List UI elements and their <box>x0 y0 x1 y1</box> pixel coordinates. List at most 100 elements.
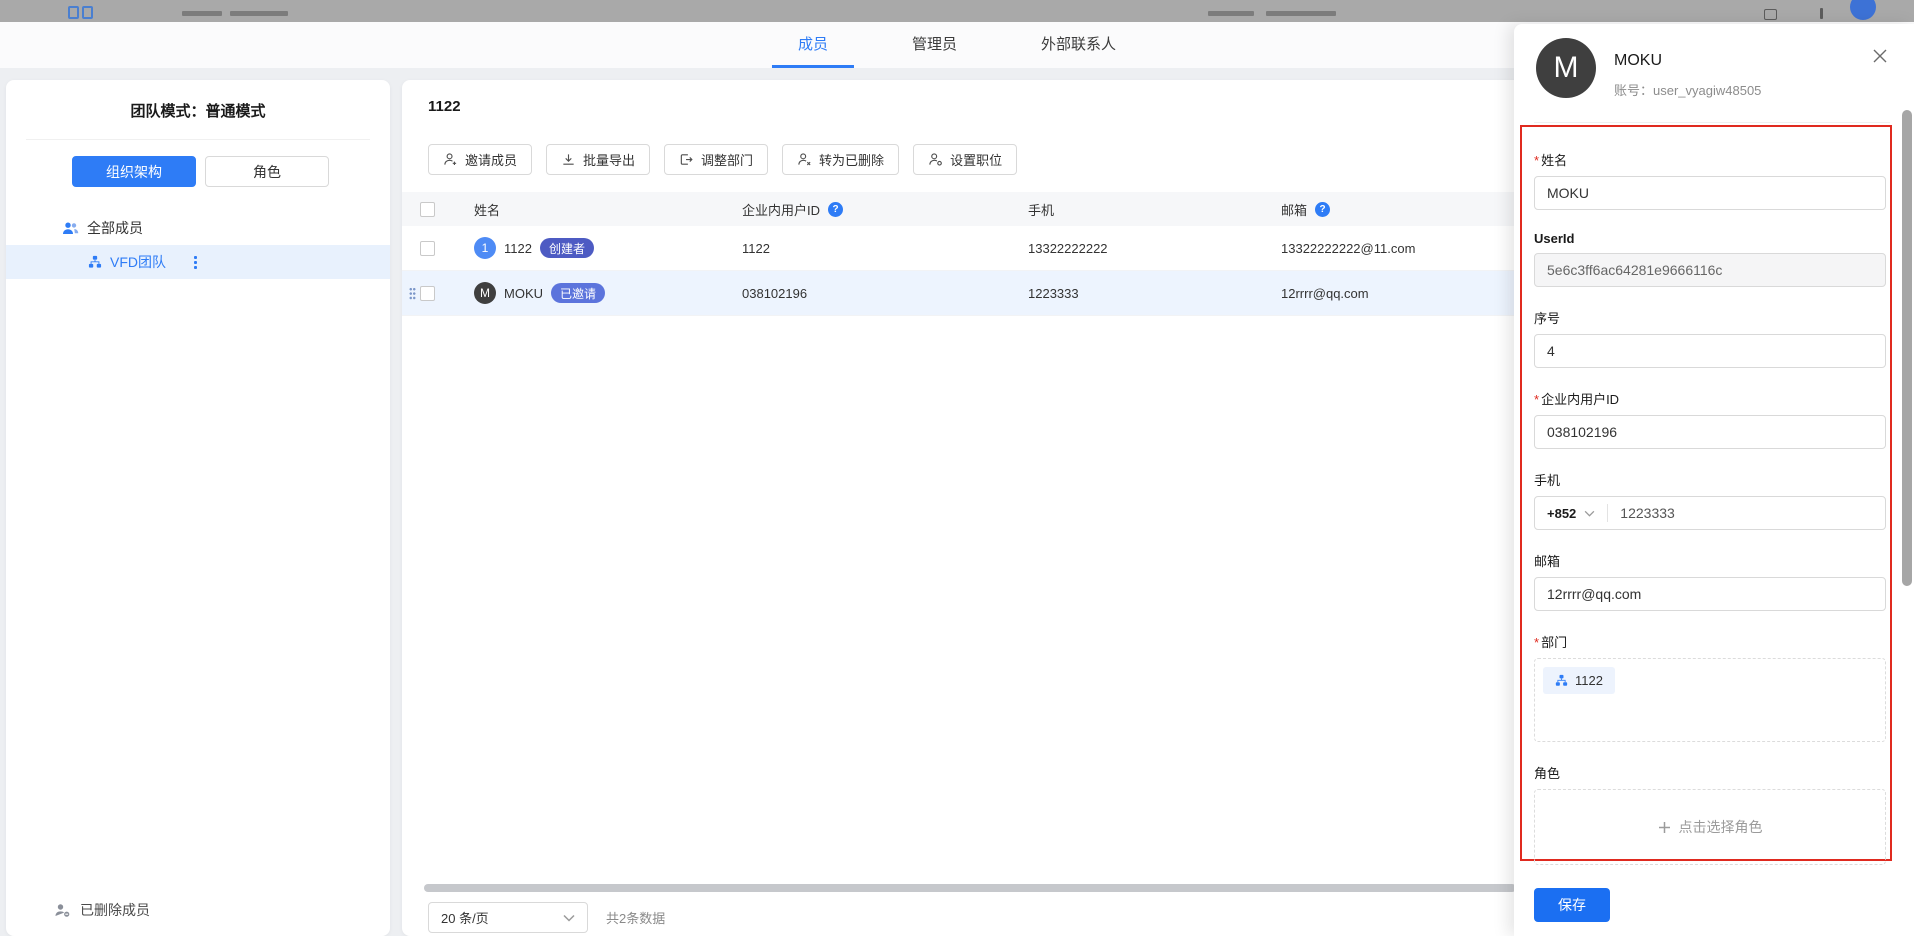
titlebar-fragment <box>182 11 222 16</box>
tree-item-all-members[interactable]: 全部成员 <box>6 211 390 245</box>
button-label: 邀请成员 <box>465 150 517 169</box>
org-tree: 全部成员 VFD团队 <box>6 211 390 279</box>
batch-export-button[interactable]: 批量导出 <box>546 144 650 175</box>
tab-external-contacts[interactable]: 外部联系人 <box>1015 22 1142 68</box>
button-label: 设置职位 <box>950 150 1002 169</box>
pagination: 20 条/页 共2条数据 <box>428 902 665 933</box>
person-gear-icon <box>928 152 943 167</box>
window-titlebar <box>0 0 1914 22</box>
total-count-text: 共2条数据 <box>606 908 665 927</box>
titlebar-fragment <box>1266 11 1336 16</box>
tree-item-team[interactable]: VFD团队 <box>6 245 390 279</box>
corp-id-value: 1122 <box>742 241 770 256</box>
column-header-email: 邮箱 <box>1281 200 1307 219</box>
screen: 成员 管理员 外部联系人 团队模式：普通模式 组织架构 角色 全部成员 <box>0 0 1914 936</box>
seq-input[interactable] <box>1534 334 1886 368</box>
vertical-scrollbar[interactable] <box>1902 110 1912 586</box>
main-panel: 1122 邀请成员 批量导出 调整部门 转为已删除 设置职位 <box>402 80 1554 936</box>
move-to-deleted-button[interactable]: 转为已删除 <box>782 144 899 175</box>
field-label: 序号 <box>1534 308 1886 327</box>
column-header-phone: 手机 <box>1028 200 1054 219</box>
department-tag[interactable]: 1122 <box>1543 667 1615 694</box>
table-header-row: 姓名 企业内用户ID 手机 邮箱 <box>402 192 1546 226</box>
member-detail-panel: M MOKU 账号：user_vyagiw48505 姓名 UserId 序号 … <box>1514 24 1914 936</box>
team-mode-title: 团队模式：普通模式 <box>6 80 390 121</box>
titlebar-fragment <box>1208 11 1254 16</box>
creator-badge: 创建者 <box>540 238 594 258</box>
column-header-corp-id: 企业内用户ID <box>742 200 820 219</box>
plus-icon <box>1658 821 1671 834</box>
country-code-select[interactable]: +852 <box>1535 506 1607 521</box>
toolbar: 邀请成员 批量导出 调整部门 转为已删除 设置职位 <box>428 144 1017 175</box>
field-label: 姓名 <box>1534 150 1886 169</box>
save-button[interactable]: 保存 <box>1534 888 1610 922</box>
email-value: 12rrrr@qq.com <box>1281 286 1369 301</box>
country-code-value: +852 <box>1547 506 1576 521</box>
user-avatar[interactable] <box>1850 0 1876 20</box>
phone-number-input[interactable] <box>1608 505 1885 521</box>
row-checkbox[interactable] <box>420 286 435 301</box>
more-options-icon[interactable] <box>194 255 197 269</box>
table-row[interactable]: M MOKU 已邀请 038102196 1223333 12rrrr@qq.c… <box>402 271 1546 316</box>
horizontal-scrollbar[interactable] <box>424 884 1516 892</box>
page-size-value: 20 条/页 <box>441 908 489 927</box>
members-table: 姓名 企业内用户ID 手机 邮箱 1 1122 创建者 1122 1332222… <box>402 192 1546 316</box>
role-button[interactable]: 角色 <box>205 156 329 187</box>
email-input[interactable] <box>1534 577 1886 611</box>
member-detail-name: MOKU <box>1614 52 1662 70</box>
help-icon[interactable] <box>1315 202 1330 217</box>
window-icon[interactable] <box>1764 9 1777 20</box>
tab-members[interactable]: 成员 <box>772 22 854 68</box>
person-x-icon <box>797 152 812 167</box>
name-input[interactable] <box>1534 176 1886 210</box>
close-icon[interactable] <box>1870 46 1890 66</box>
userid-input <box>1534 253 1886 287</box>
avatar: M <box>474 282 496 304</box>
adjust-department-button[interactable]: 调整部门 <box>664 144 768 175</box>
member-account: 账号：user_vyagiw48505 <box>1614 80 1761 99</box>
member-form: 姓名 UserId 序号 企业内用户ID 手机 +852 <box>1534 150 1886 886</box>
sitemap-icon <box>1555 674 1568 687</box>
select-all-checkbox[interactable] <box>420 202 435 217</box>
role-picker[interactable]: 点击选择角色 <box>1534 789 1886 865</box>
tabs: 成员 管理员 外部联系人 <box>772 22 1142 68</box>
help-icon[interactable] <box>828 202 843 217</box>
member-name: MOKU <box>504 286 543 301</box>
field-email: 邮箱 <box>1534 551 1886 611</box>
tab-admins[interactable]: 管理员 <box>886 22 983 68</box>
phone-value: 1223333 <box>1028 286 1079 301</box>
field-role: 角色 点击选择角色 <box>1534 763 1886 865</box>
chevron-down-icon <box>1584 510 1595 517</box>
deleted-members-label: 已删除成员 <box>80 900 150 920</box>
row-checkbox[interactable] <box>420 241 435 256</box>
move-out-icon <box>679 152 694 167</box>
org-structure-button[interactable]: 组织架构 <box>72 156 196 187</box>
page-title: 1122 <box>428 98 461 115</box>
toolbar-icon[interactable] <box>1820 8 1823 19</box>
field-dept: 部门 1122 <box>1534 632 1886 742</box>
field-phone: 手机 +852 <box>1534 470 1886 530</box>
set-position-button[interactable]: 设置职位 <box>913 144 1017 175</box>
avatar: 1 <box>474 237 496 259</box>
corp-id-input[interactable] <box>1534 415 1886 449</box>
button-label: 转为已删除 <box>819 150 884 169</box>
download-icon <box>561 152 576 167</box>
button-label: 批量导出 <box>583 150 635 169</box>
department-picker[interactable]: 1122 <box>1534 658 1886 742</box>
table-row[interactable]: 1 1122 创建者 1122 13322222222 13322222222@… <box>402 226 1546 271</box>
person-add-icon <box>443 152 458 167</box>
sitemap-icon <box>88 255 102 269</box>
divider <box>1534 122 1890 123</box>
invite-member-button[interactable]: 邀请成员 <box>428 144 532 175</box>
divider <box>26 139 370 140</box>
deleted-members-item[interactable]: 已删除成员 <box>54 900 150 920</box>
drag-handle-icon[interactable] <box>409 287 416 300</box>
tree-item-label: VFD团队 <box>110 252 166 272</box>
button-label: 调整部门 <box>701 150 753 169</box>
invited-badge: 已邀请 <box>551 283 605 303</box>
group-icon <box>62 221 79 236</box>
page-size-select[interactable]: 20 条/页 <box>428 902 588 933</box>
field-userid: UserId <box>1534 231 1886 287</box>
field-label: 邮箱 <box>1534 551 1886 570</box>
field-label: 部门 <box>1534 632 1886 651</box>
